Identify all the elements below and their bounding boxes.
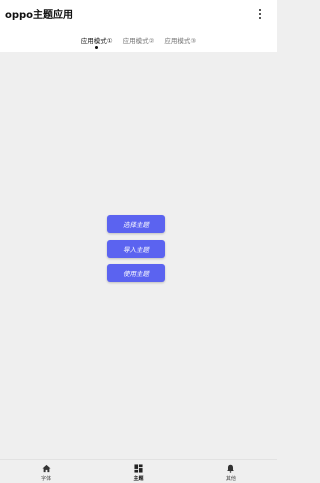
select-theme-button[interactable]: 选择主题 xyxy=(107,215,165,233)
nav-item-other[interactable]: 其他 xyxy=(185,460,277,483)
mode-tabs: 应用模式① 应用模式② 应用模式③ xyxy=(0,28,277,52)
more-vert-icon[interactable] xyxy=(257,8,263,20)
nav-label: 字体 xyxy=(41,476,52,482)
app-bar: oppo主题应用 xyxy=(0,0,277,28)
nav-item-theme[interactable]: 主题 xyxy=(92,460,184,483)
nav-label: 其他 xyxy=(225,476,236,482)
main-content: 选择主题 导入主题 使用主题 xyxy=(0,52,277,459)
nav-item-font[interactable]: 字体 xyxy=(0,460,92,483)
tab-label: 应用模式① xyxy=(80,37,113,45)
tab-mode-1[interactable]: 应用模式① xyxy=(76,28,118,52)
tab-label: 应用模式③ xyxy=(164,37,197,45)
import-theme-button[interactable]: 导入主题 xyxy=(107,240,165,258)
app-title: oppo主题应用 xyxy=(5,10,74,21)
apply-theme-button[interactable]: 使用主题 xyxy=(107,264,165,282)
home-icon xyxy=(42,464,51,473)
active-tab-indicator xyxy=(95,46,99,49)
nav-label: 主题 xyxy=(133,476,144,482)
bell-icon xyxy=(227,464,235,473)
tab-mode-2[interactable]: 应用模式② xyxy=(118,28,160,52)
grid-icon xyxy=(134,464,143,473)
tab-label: 应用模式② xyxy=(122,37,155,45)
tab-mode-3[interactable]: 应用模式③ xyxy=(159,28,201,52)
bottom-navigation: 字体 主题 其他 xyxy=(0,459,277,483)
